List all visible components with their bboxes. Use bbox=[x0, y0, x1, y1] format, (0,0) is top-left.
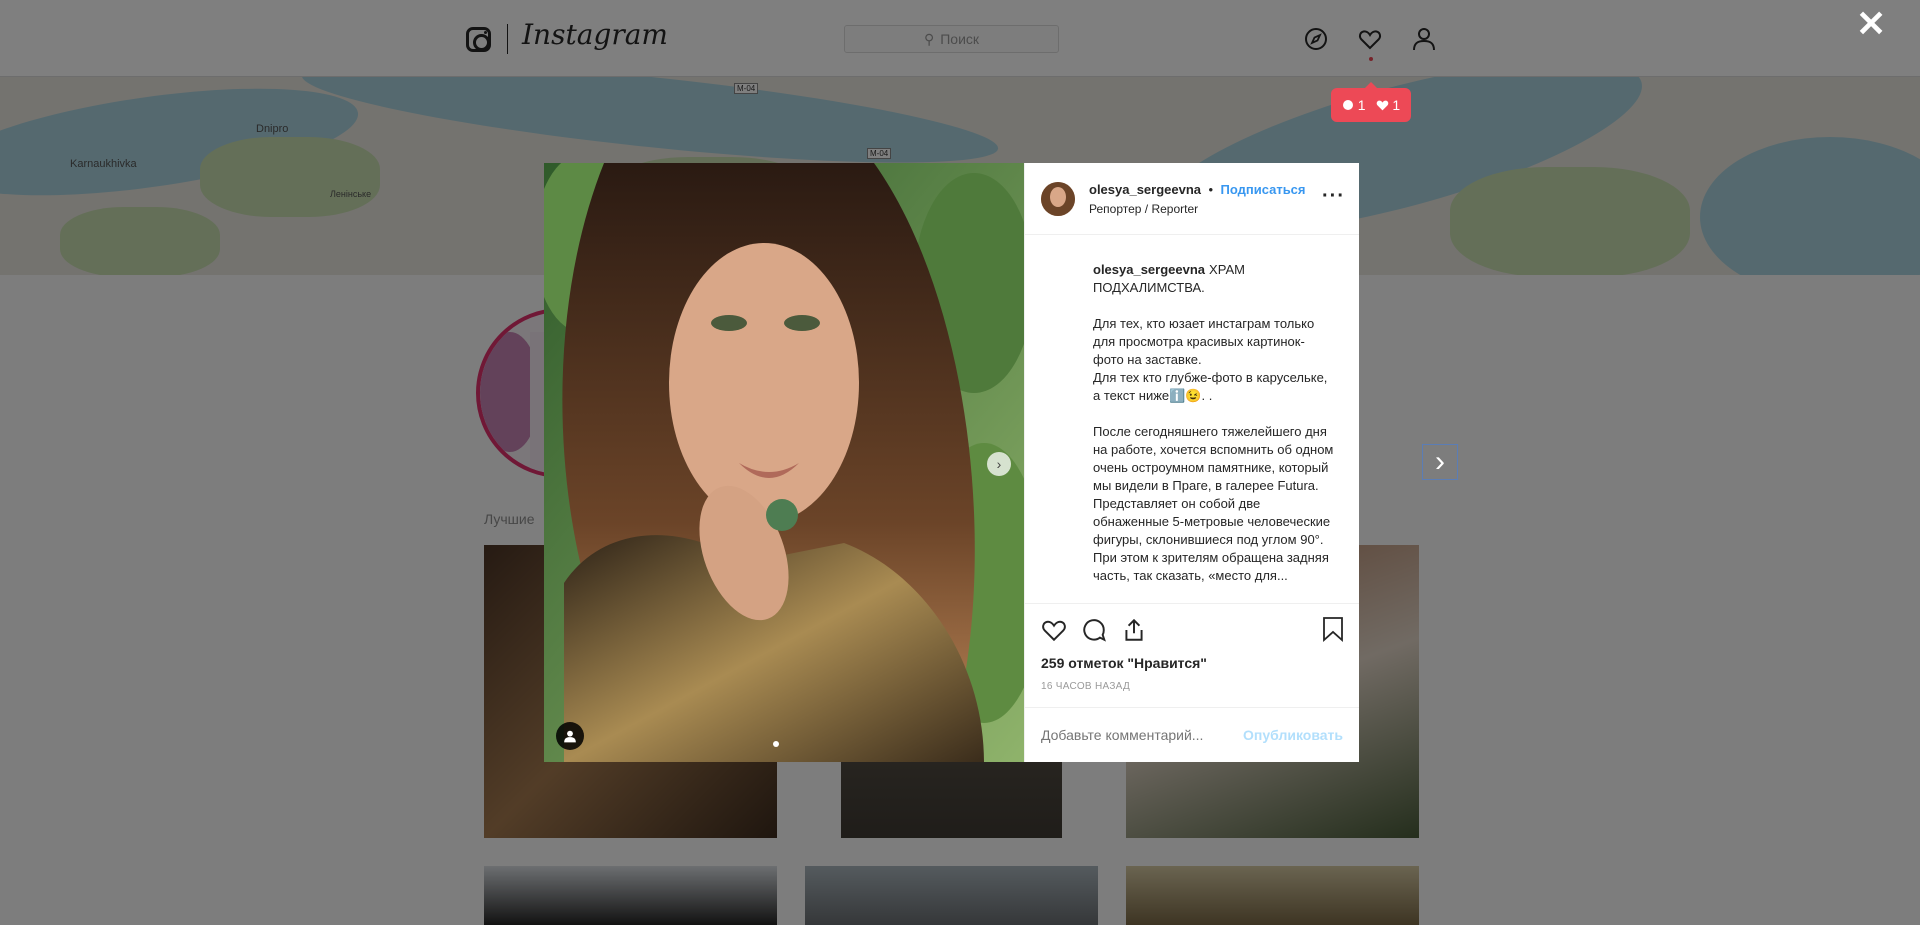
comment-count: 1 bbox=[1342, 97, 1366, 113]
post-photo[interactable]: › bbox=[544, 163, 1024, 762]
follow-button[interactable]: Подписаться bbox=[1221, 182, 1306, 197]
comment-icon[interactable] bbox=[1081, 617, 1107, 643]
close-icon[interactable]: ✕ bbox=[1856, 6, 1886, 42]
carousel-dots bbox=[773, 741, 779, 747]
post-sidebar: olesya_sergeevna • Подписаться Репортер … bbox=[1024, 163, 1359, 762]
carousel-next-button[interactable]: › bbox=[987, 452, 1011, 476]
comment-count-value: 1 bbox=[1357, 97, 1366, 113]
post-location[interactable]: Репортер / Reporter bbox=[1089, 202, 1306, 216]
comment-bar: Опубликовать bbox=[1025, 707, 1359, 762]
bookmark-icon[interactable] bbox=[1321, 616, 1345, 642]
more-options-icon[interactable]: ··· bbox=[1322, 185, 1345, 208]
tagged-users-icon[interactable] bbox=[556, 722, 584, 750]
caption-paragraph: Для тех, кто юзает инстаграм только для … bbox=[1093, 316, 1315, 367]
activity-notification-bubble[interactable]: 1 1 bbox=[1331, 82, 1411, 122]
avatar[interactable] bbox=[1041, 181, 1075, 216]
publish-button[interactable]: Опубликовать bbox=[1243, 727, 1343, 743]
post-header: olesya_sergeevna • Подписаться Репортер … bbox=[1025, 163, 1359, 235]
share-icon[interactable] bbox=[1121, 617, 1147, 643]
comment-input[interactable] bbox=[1041, 727, 1244, 743]
separator-dot: • bbox=[1208, 182, 1214, 197]
like-heart-icon[interactable] bbox=[1041, 617, 1067, 643]
post-timestamp[interactable]: 16 часов назад bbox=[1025, 677, 1359, 707]
comment-icon bbox=[1342, 100, 1353, 110]
post-actions bbox=[1025, 603, 1359, 655]
like-count: 1 bbox=[1376, 97, 1401, 113]
caption-username[interactable]: olesya_sergeevna bbox=[1093, 262, 1205, 277]
carousel-dot bbox=[773, 741, 779, 747]
caption-area[interactable]: olesya_sergeevna ХРАМ ПОДХАЛИМСТВА. Для т… bbox=[1025, 235, 1359, 603]
next-post-button[interactable]: › bbox=[1422, 444, 1458, 480]
post-timestamp-text: 16 часов назад bbox=[1041, 681, 1131, 692]
caption-emoji: ℹ️😉. . bbox=[1169, 388, 1213, 403]
heart-icon bbox=[1376, 100, 1388, 111]
post-username[interactable]: olesya_sergeevna bbox=[1089, 182, 1201, 197]
post-header-text: olesya_sergeevna • Подписаться Репортер … bbox=[1089, 181, 1306, 216]
like-count-value: 1 bbox=[1392, 97, 1401, 113]
likes-count[interactable]: 259 отметок "Нравится" bbox=[1025, 655, 1359, 677]
post-modal: › olesya_sergeevna • Подписаться Репорте… bbox=[544, 163, 1359, 762]
caption-paragraph: После сегодняшнего тяжелейшего дня на ра… bbox=[1093, 424, 1334, 583]
